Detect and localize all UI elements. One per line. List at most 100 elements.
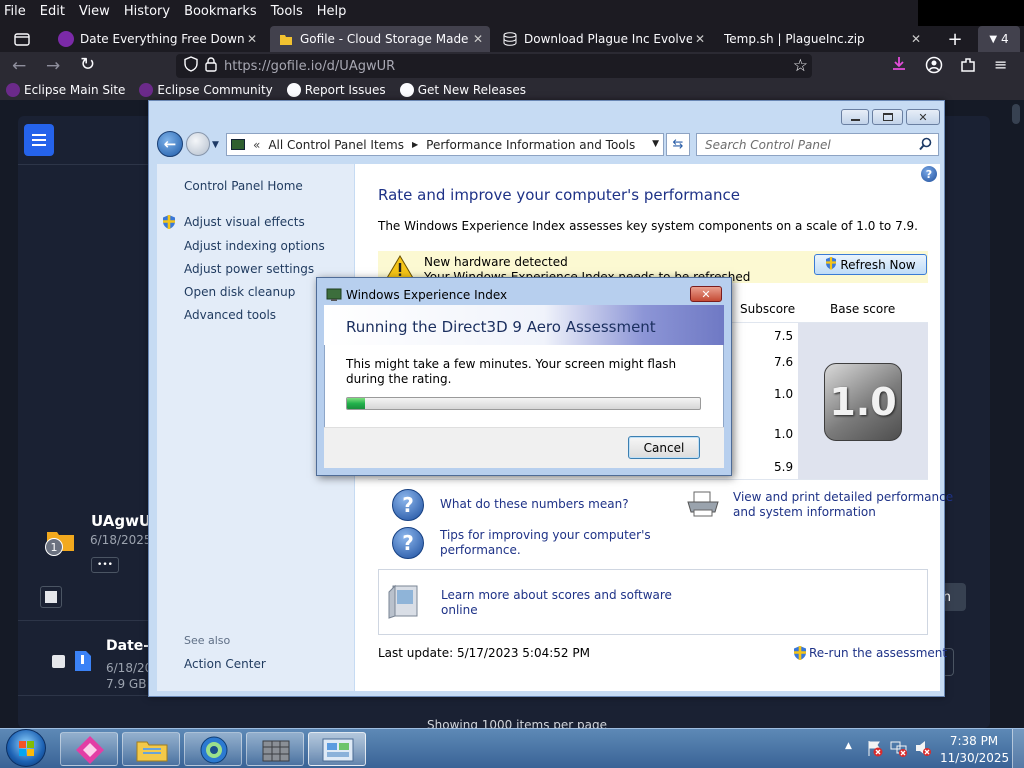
bookmark-star-icon[interactable]: ☆ bbox=[793, 56, 808, 76]
taskbar-browser[interactable] bbox=[184, 732, 242, 766]
disk-cleanup-link[interactable]: Open disk cleanup bbox=[184, 285, 295, 299]
bookmark-eclipse-community[interactable]: Eclipse Community bbox=[139, 83, 273, 97]
forward-button[interactable] bbox=[186, 132, 210, 156]
learn-more-box bbox=[378, 569, 928, 635]
close-tab-icon[interactable]: ✕ bbox=[908, 32, 924, 46]
tab-plague-inc[interactable]: Download Plague Inc Evolved S ✕ bbox=[494, 26, 712, 52]
url-text[interactable]: https://gofile.io/d/UAgwUR bbox=[224, 59, 395, 74]
bookmark-report-issues[interactable]: Report Issues bbox=[286, 83, 386, 97]
tips-link-line2[interactable]: performance. bbox=[440, 543, 521, 557]
address-bar[interactable]: « All Control Panel Items ▶ Performance … bbox=[226, 133, 664, 156]
clock-date[interactable]: 11/30/2025 bbox=[940, 751, 1009, 765]
question-icon: ? bbox=[392, 527, 424, 559]
close-tab-icon[interactable]: ✕ bbox=[692, 32, 708, 46]
view-print-link-line2[interactable]: and system information bbox=[733, 505, 876, 519]
plus-icon: + bbox=[947, 28, 963, 50]
adjust-visual-effects-link[interactable]: Adjust visual effects bbox=[184, 215, 305, 229]
menu-edit[interactable]: Edit bbox=[40, 4, 65, 19]
select-all-checkbox[interactable] bbox=[40, 586, 62, 608]
adjust-power-link[interactable]: Adjust power settings bbox=[184, 262, 314, 276]
advanced-tools-link[interactable]: Advanced tools bbox=[184, 308, 276, 322]
menu-history[interactable]: History bbox=[124, 4, 170, 19]
eclipse-icon bbox=[139, 83, 154, 97]
taskbar-explorer[interactable] bbox=[122, 732, 180, 766]
tips-link-line1[interactable]: Tips for improving your computer's bbox=[440, 528, 651, 542]
breadcrumb-current[interactable]: Performance Information and Tools bbox=[426, 138, 635, 152]
adjust-indexing-link[interactable]: Adjust indexing options bbox=[184, 239, 325, 253]
reload-icon[interactable]: ↻ bbox=[80, 54, 95, 75]
tracking-shield-icon[interactable] bbox=[184, 56, 198, 76]
search-input[interactable]: Search Control Panel bbox=[696, 133, 939, 156]
back-arrow-icon: ← bbox=[163, 135, 177, 153]
recent-pages-icon[interactable]: ▼ bbox=[212, 140, 219, 150]
tab-gofile[interactable]: Gofile - Cloud Storage Made Sir ✕ bbox=[270, 26, 490, 52]
menu-bookmarks[interactable]: Bookmarks bbox=[184, 4, 257, 19]
lock-icon[interactable] bbox=[204, 56, 218, 76]
tab-date-everything[interactable]: Date Everything Free Download ✕ bbox=[50, 26, 264, 52]
wei-app-icon bbox=[326, 287, 342, 306]
volume-muted-icon[interactable] bbox=[914, 739, 932, 761]
tab-list-button[interactable] bbox=[6, 26, 34, 52]
learn-more-link-line2[interactable]: online bbox=[441, 603, 478, 617]
globe-icon bbox=[200, 736, 228, 764]
dialog-close-button[interactable]: ✕ bbox=[690, 286, 722, 302]
restore-button[interactable] bbox=[872, 109, 903, 125]
hamburger-menu-icon[interactable]: ≡ bbox=[994, 55, 1007, 74]
taskbar-control-panel[interactable] bbox=[308, 732, 366, 766]
menu-help[interactable]: Help bbox=[317, 4, 347, 19]
learn-more-link-line1[interactable]: Learn more about scores and software bbox=[441, 588, 672, 602]
tab-temp-sh[interactable]: Temp.sh | PlagueInc.zip ✕ bbox=[716, 26, 928, 52]
sidebar-toggle-button[interactable] bbox=[24, 124, 54, 156]
address-dropdown-icon[interactable]: ▼ bbox=[652, 139, 659, 149]
action-center-link[interactable]: Action Center bbox=[184, 657, 266, 671]
tab-list-icon bbox=[14, 33, 30, 46]
new-tab-button[interactable]: + bbox=[942, 26, 968, 52]
menu-tools[interactable]: Tools bbox=[271, 4, 303, 19]
more-options-button[interactable]: ••• bbox=[91, 557, 119, 573]
breadcrumb-arrow-icon[interactable]: ▶ bbox=[412, 140, 418, 149]
close-tab-icon[interactable]: ✕ bbox=[470, 32, 486, 46]
subscore-column bbox=[740, 323, 798, 479]
show-hidden-icons-arrow[interactable]: ▲ bbox=[845, 741, 852, 751]
start-button[interactable] bbox=[6, 729, 46, 767]
close-tab-icon[interactable]: ✕ bbox=[244, 32, 260, 46]
search-icon[interactable] bbox=[919, 137, 932, 154]
account-icon[interactable] bbox=[925, 56, 943, 78]
what-do-numbers-mean-link[interactable]: What do these numbers mean? bbox=[440, 497, 629, 511]
action-center-flag-icon[interactable] bbox=[866, 739, 884, 761]
refresh-icon: ⇆ bbox=[672, 137, 684, 152]
forward-arrow-icon[interactable]: → bbox=[46, 56, 60, 76]
control-panel-home-link[interactable]: Control Panel Home bbox=[184, 179, 303, 193]
back-arrow-icon[interactable]: ← bbox=[12, 56, 26, 76]
rerun-assessment-link[interactable]: Re-run the assessment bbox=[809, 646, 947, 660]
extensions-icon[interactable] bbox=[959, 56, 977, 78]
taskbar-app-diamond[interactable] bbox=[60, 732, 118, 766]
page-scrollbar-track[interactable] bbox=[1008, 100, 1024, 728]
view-print-link-line1[interactable]: View and print detailed performance bbox=[733, 490, 953, 504]
menu-file[interactable]: File bbox=[4, 4, 26, 19]
breadcrumb-root[interactable]: All Control Panel Items bbox=[268, 138, 404, 152]
menu-view[interactable]: View bbox=[79, 4, 110, 19]
back-button[interactable]: ← bbox=[157, 131, 183, 157]
eclipse-icon bbox=[6, 83, 20, 97]
close-window-button[interactable]: ✕ bbox=[906, 109, 940, 125]
file-checkbox[interactable] bbox=[52, 655, 65, 668]
downloads-icon[interactable] bbox=[890, 55, 908, 77]
last-update-text: Last update: 5/17/2023 5:04:52 PM bbox=[378, 646, 590, 660]
network-icon[interactable] bbox=[890, 739, 908, 761]
building-blocks-icon bbox=[262, 740, 290, 762]
clock-time[interactable]: 7:38 PM bbox=[946, 734, 1002, 748]
show-desktop-button[interactable] bbox=[1012, 729, 1024, 768]
taskbar-app-blocks[interactable] bbox=[246, 732, 304, 766]
url-bar[interactable]: https://gofile.io/d/UAgwUR ☆ bbox=[176, 54, 812, 78]
cancel-button[interactable]: Cancel bbox=[628, 436, 700, 459]
divider bbox=[18, 695, 148, 696]
refresh-button[interactable]: ⇆ bbox=[666, 133, 690, 156]
page-scrollbar-thumb[interactable] bbox=[1012, 104, 1020, 124]
tab-overflow-button[interactable]: ▼ 4 bbox=[978, 26, 1020, 52]
bookmark-eclipse-main[interactable]: Eclipse Main Site bbox=[6, 83, 125, 97]
help-icon[interactable]: ? bbox=[921, 166, 937, 182]
refresh-now-button[interactable]: Refresh Now bbox=[814, 254, 927, 275]
bookmark-get-new-releases[interactable]: Get New Releases bbox=[399, 83, 526, 97]
minimize-button[interactable] bbox=[841, 109, 869, 125]
